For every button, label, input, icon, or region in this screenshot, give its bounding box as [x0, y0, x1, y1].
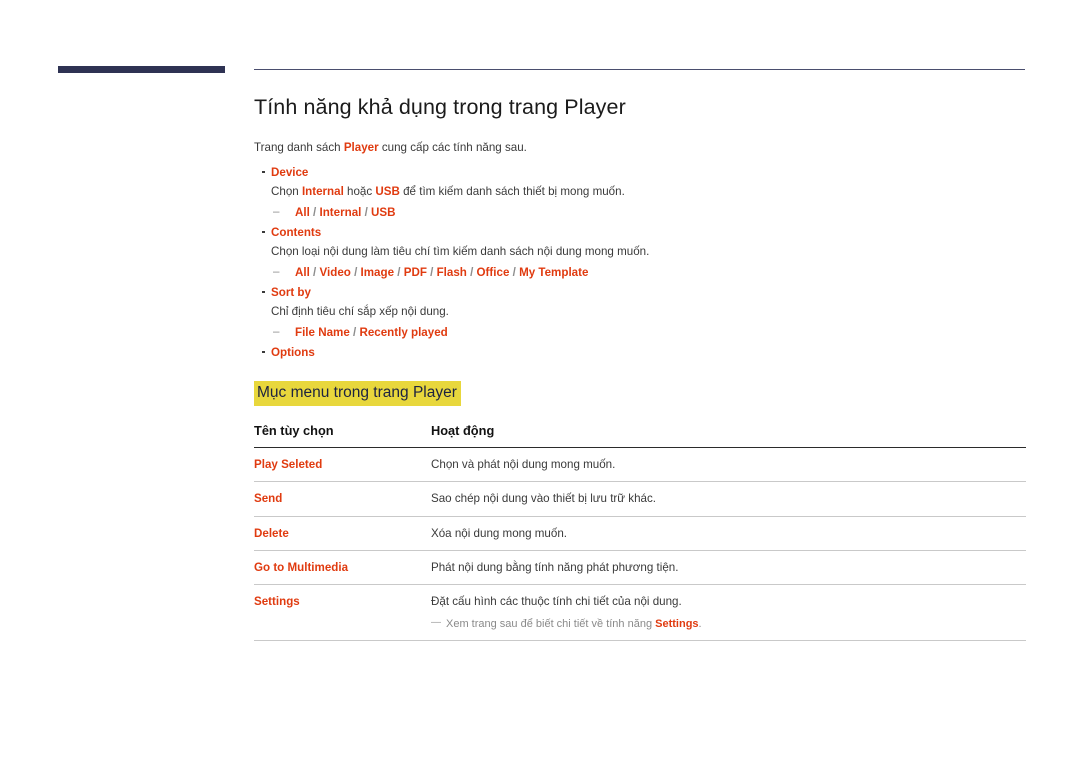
- description-text: Chọn và phát nội dung mong muốn.: [431, 457, 616, 471]
- feature-option: Flash: [436, 265, 467, 279]
- table-cell-note: Xem trang sau để biết chi tiết về tính n…: [431, 615, 1026, 633]
- inline-keyword: Internal: [301, 184, 344, 198]
- table-row: Delete Xóa nội dung mong muốn.: [254, 516, 1026, 552]
- inline-keyword: USB: [375, 184, 400, 198]
- option-separator: /: [361, 205, 372, 219]
- table-cell-option-name: Play Seleted: [254, 447, 431, 483]
- option-separator: /: [349, 325, 360, 339]
- table-cell-option-name: Go to Multimedia: [254, 550, 431, 586]
- feature-option: Image: [360, 265, 395, 279]
- inline-text: Chọn loại nội dung làm tiêu chí tìm kiếm…: [271, 244, 650, 258]
- table-cell-description: Xóa nội dung mong muốn.: [431, 516, 1026, 552]
- feature-item: Sort by Chỉ định tiêu chí sắp xếp nội dun…: [254, 284, 1026, 342]
- table-row: Go to Multimedia Phát nội dung bằng tính …: [254, 550, 1026, 586]
- inline-text: Chọn: [271, 184, 302, 198]
- option-separator: /: [426, 265, 437, 279]
- feature-option: Recently played: [359, 325, 448, 339]
- description-text: Phát nội dung bằng tính năng phát phương…: [431, 561, 679, 575]
- feature-title: Contents: [271, 225, 322, 239]
- option-separator: /: [466, 265, 477, 279]
- table-header-action: Hoạt động: [431, 422, 1026, 448]
- table-cell-description: Phát nội dung bằng tính năng phát phương…: [431, 550, 1026, 586]
- feature-description: Chọn loại nội dung làm tiêu chí tìm kiếm…: [271, 243, 1026, 261]
- option-separator: /: [394, 265, 404, 279]
- feature-description: Chỉ định tiêu chí sắp xếp nội dung.: [271, 303, 1026, 321]
- table-header-row: Tên tùy chọn Hoạt động: [254, 422, 1026, 448]
- description-text: Xóa nội dung mong muốn.: [431, 526, 568, 540]
- feature-description: Chọn Internal hoặc USB để tìm kiếm danh …: [271, 183, 1026, 201]
- table-cell-description: Sao chép nội dung vào thiết bị lưu trữ k…: [431, 481, 1026, 517]
- feature-item: Device Chọn Internal hoặc USB để tìm kiếm…: [254, 164, 1026, 222]
- table-cell-description: Đặt cấu hình các thuộc tính chi tiết của…: [431, 584, 1026, 642]
- section-heading-wrap: Mục menu trong trang Player: [254, 381, 1026, 406]
- header-rule: [254, 69, 1025, 70]
- page-title: Tính năng khả dụng trong trang Player: [254, 95, 626, 119]
- section-heading: Mục menu trong trang Player: [254, 381, 461, 406]
- table-cell-option-name: Delete: [254, 516, 431, 552]
- page-content: Tính năng khả dụng trong trang Player Tr…: [254, 95, 1026, 642]
- feature-title: Device: [271, 165, 309, 179]
- table-cell-option-name: Send: [254, 481, 431, 517]
- feature-option: PDF: [403, 265, 427, 279]
- inline-text: để tìm kiếm danh sách thiết bị mong muốn…: [399, 184, 625, 198]
- table-body: Play Seleted Chọn và phát nội dung mong m…: [254, 447, 1026, 642]
- feature-option: All: [295, 205, 310, 219]
- option-separator: /: [309, 265, 320, 279]
- table-cell-description: Chọn và phát nội dung mong muốn.: [431, 447, 1026, 483]
- table-cell-option-name: Settings: [254, 584, 431, 642]
- inline-text: Chỉ định tiêu chí sắp xếp nội dung.: [271, 304, 449, 318]
- feature-option: File Name: [295, 325, 350, 339]
- description-text: Sao chép nội dung vào thiết bị lưu trữ k…: [431, 492, 656, 506]
- table-row: Play Seleted Chọn và phát nội dung mong m…: [254, 447, 1026, 483]
- table-row: Send Sao chép nội dung vào thiết bị lưu t…: [254, 481, 1026, 517]
- intro-text-before: Trang danh sách: [254, 141, 344, 154]
- feature-options-row: All / Internal / USB: [271, 203, 1026, 222]
- header-accent-bar: [58, 66, 225, 73]
- feature-option: Office: [476, 265, 510, 279]
- note-text-after: .: [698, 617, 702, 630]
- table-header-name: Tên tùy chọn: [254, 422, 431, 448]
- description-text: Đặt cấu hình các thuộc tính chi tiết của…: [431, 595, 682, 609]
- feature-option: My Template: [519, 265, 589, 279]
- feature-title: Sort by: [271, 285, 311, 299]
- note-text-before: Xem trang sau để biết chi tiết về tính n…: [446, 617, 656, 630]
- inline-text: hoặc: [343, 184, 376, 198]
- intro-text-after: cung cấp các tính năng sau.: [378, 141, 527, 154]
- option-separator: /: [509, 265, 520, 279]
- table-row: Settings Đặt cấu hình các thuộc tính chi …: [254, 584, 1026, 642]
- feature-list: Device Chọn Internal hoặc USB để tìm kiếm…: [254, 164, 1026, 362]
- feature-option: Internal: [319, 205, 362, 219]
- feature-option: Video: [319, 265, 351, 279]
- feature-options-row: File Name / Recently played: [271, 323, 1026, 342]
- feature-title: Options: [271, 345, 315, 359]
- note-keyword: Settings: [655, 617, 699, 630]
- feature-option: All: [295, 265, 310, 279]
- feature-item: Options: [254, 344, 1026, 362]
- options-table: Tên tùy chọn Hoạt động Play Seleted Chọn …: [254, 422, 1026, 642]
- feature-options-row: All / Video / Image / PDF / Flash / Offi…: [271, 263, 1026, 282]
- feature-item: Contents Chọn loại nội dung làm tiêu chí …: [254, 224, 1026, 282]
- intro-paragraph: Trang danh sách Player cung cấp các tính…: [254, 140, 1026, 157]
- option-separator: /: [309, 205, 320, 219]
- feature-option: USB: [371, 205, 396, 219]
- intro-keyword: Player: [343, 141, 379, 154]
- option-separator: /: [350, 265, 361, 279]
